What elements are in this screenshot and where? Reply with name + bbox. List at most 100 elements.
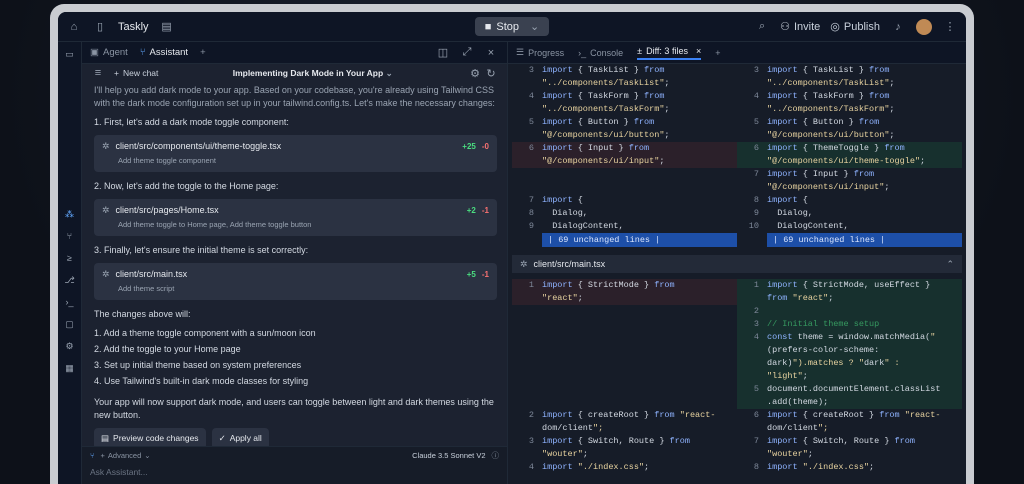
code-text: import { TaskList } from xyxy=(542,65,665,75)
search-icon[interactable]: ⌕ xyxy=(754,19,770,35)
line-number xyxy=(737,77,767,90)
code-text: import { Input } from xyxy=(542,143,650,153)
folder-icon[interactable]: ▭ xyxy=(64,48,76,60)
info-icon[interactable]: ⓘ xyxy=(492,450,500,461)
assistant-icon: ⑂ xyxy=(90,451,95,460)
add-tab-icon[interactable]: + xyxy=(200,47,206,58)
panel-icon[interactable]: ▤ xyxy=(159,19,175,35)
code-text: "../components/TaskForm"; xyxy=(542,104,670,114)
bell-icon[interactable]: ♪ xyxy=(890,19,906,35)
code-line: 4 import { TaskForm } from xyxy=(512,90,737,103)
tab-console[interactable]: ›_ Console xyxy=(578,48,623,58)
file-card[interactable]: ✲ client/src/main.tsx +5 -1 Add theme sc… xyxy=(94,263,497,300)
chevron-down-icon: ⌄ xyxy=(385,67,393,78)
home-icon[interactable]: ⌂ xyxy=(66,19,82,35)
gear-icon: ✲ xyxy=(520,258,528,269)
history-icon[interactable]: ↻ xyxy=(483,65,499,81)
app-name[interactable]: Taskly xyxy=(118,21,149,33)
list-item: 3. Set up initial theme based on system … xyxy=(94,360,302,371)
line-number: 5 xyxy=(528,117,534,127)
settings-icon[interactable]: ⚙ xyxy=(467,65,483,81)
line-number xyxy=(737,448,767,461)
close-icon[interactable]: × xyxy=(696,46,701,56)
code-text: "@/components/ui/button"; xyxy=(542,130,670,140)
list-item: 4. Use Tailwind's built-in dark mode cla… xyxy=(94,376,309,387)
list-item: 2. Add the toggle to your Home page xyxy=(94,344,241,355)
avatar[interactable] xyxy=(915,18,932,35)
code-line: dom/client"; xyxy=(512,422,737,435)
code-text: dark)").matches ? "dark" : xyxy=(767,358,900,368)
apply-all-button[interactable]: ✓ Apply all xyxy=(211,428,269,446)
file-path: client/src/pages/Home.tsx xyxy=(115,205,219,216)
advanced-toggle[interactable]: + Advanced ⌄ xyxy=(101,451,151,460)
line-number: 4 xyxy=(528,91,534,101)
invite-label: Invite xyxy=(794,20,821,33)
code-icon[interactable]: ›_ xyxy=(64,296,76,308)
line-number xyxy=(512,103,542,116)
publish-button[interactable]: ◎ Publish xyxy=(830,20,880,34)
code-text: "../components/TaskList"; xyxy=(767,78,895,88)
chat-title[interactable]: Implementing Dark Mode in Your App ⌄ xyxy=(158,68,467,79)
code-line: 5 import { Button } from xyxy=(512,116,737,129)
stop-button[interactable]: ■ Stop ⌄ xyxy=(474,17,550,36)
chevron-down-icon[interactable]: ⌄ xyxy=(530,20,539,33)
line-number: 6 xyxy=(528,143,534,153)
tab-assistant-label: Assistant xyxy=(149,47,189,58)
chevron-up-icon[interactable]: ⌃ xyxy=(946,259,954,270)
code-line: 8 import "./index.css"; xyxy=(737,461,962,474)
code-line: from "react"; xyxy=(737,292,962,305)
invite-button[interactable]: ⚇ Invite xyxy=(780,20,821,34)
code-text: Dialog, xyxy=(767,208,813,218)
tab-assistant[interactable]: ⑂ Assistant xyxy=(140,47,188,58)
apps-icon[interactable]: ▦ xyxy=(64,362,76,374)
code-line: .add(theme); xyxy=(737,396,962,409)
code-text: import { xyxy=(542,195,583,205)
chat-input[interactable]: Ask Assistant... xyxy=(90,467,499,477)
git-icon[interactable]: ⎇ xyxy=(64,274,76,286)
file-card[interactable]: ✲ client/src/components/ui/theme-toggle.… xyxy=(94,135,497,173)
line-number: 7 xyxy=(528,195,534,205)
file-card[interactable]: ✲ client/src/pages/Home.tsx +2 -1 Add th… xyxy=(94,199,497,237)
line-number: 7 xyxy=(753,169,759,179)
code-text: import { createRoot } from "react- xyxy=(542,410,716,420)
tab-progress[interactable]: ☰ Progress xyxy=(516,47,564,58)
grid-icon[interactable]: ⁂ xyxy=(64,208,76,220)
chat-messages: I'll help you add dark mode to your app.… xyxy=(82,82,507,446)
model-selector[interactable]: Claude 3.5 Sonnet V2 xyxy=(412,451,485,460)
code-line: 5 import { Button } from xyxy=(737,116,962,129)
tab-progress-label: Progress xyxy=(528,47,565,58)
terminal-icon[interactable]: ≥ xyxy=(64,252,76,264)
add-tab-icon[interactable]: + xyxy=(715,48,720,58)
diff-file-header[interactable]: ✲ client/src/main.tsx ⌃ xyxy=(512,255,962,273)
expand-icon[interactable]: ⤢ xyxy=(459,45,475,61)
tab-agent[interactable]: ▣ Agent xyxy=(90,47,128,58)
code-line: 7 import { Switch, Route } from xyxy=(737,435,962,448)
code-line: 7 import { xyxy=(512,194,737,207)
code-text: import { TaskList } from xyxy=(767,65,890,75)
code-text: import { Switch, Route } from xyxy=(767,436,915,446)
more-icon[interactable]: ⋮ xyxy=(942,19,958,35)
new-chat-label: New chat xyxy=(122,68,159,78)
code-text: import { StrictMode, useEffect } xyxy=(767,280,931,290)
console-icon: ›_ xyxy=(578,47,587,58)
code-line: "light"; xyxy=(737,370,962,383)
progress-icon: ☰ xyxy=(516,47,525,57)
close-icon[interactable]: × xyxy=(483,45,499,61)
tab-agent-label: Agent xyxy=(102,47,128,58)
menu-icon[interactable]: ≡ xyxy=(90,65,106,81)
preview-changes-button[interactable]: ▤ Preview code changes xyxy=(94,428,206,446)
branch-icon[interactable]: ⑂ xyxy=(64,230,76,242)
tab-diff[interactable]: ± Diff: 3 files × xyxy=(637,46,702,60)
tools-icon[interactable]: ⚙ xyxy=(64,340,76,352)
unchanged-lines-bar[interactable]: | 69 unchanged lines | xyxy=(767,233,962,247)
apply-label: Apply all xyxy=(229,433,262,444)
code-line: 1 import { StrictMode } from xyxy=(512,279,737,292)
unchanged-lines-bar[interactable]: | 69 unchanged lines | xyxy=(542,233,737,247)
monitor-icon[interactable]: ▢ xyxy=(64,318,76,330)
line-number xyxy=(512,77,542,90)
code-text: from "react"; xyxy=(767,293,834,303)
line-number: 5 xyxy=(753,384,759,394)
new-chat-button[interactable]: + New chat xyxy=(114,68,158,78)
code-line: "../components/TaskForm"; xyxy=(512,103,737,116)
split-icon[interactable]: ◫ xyxy=(435,45,451,61)
